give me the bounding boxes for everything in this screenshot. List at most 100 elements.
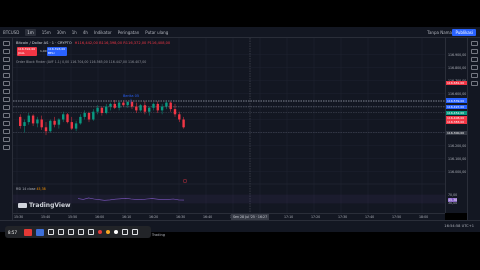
layout-name[interactable]: Tanpa Nama	[427, 30, 452, 35]
fib-icon[interactable]	[2, 57, 10, 62]
publish-button[interactable]: Publikasi	[452, 29, 476, 36]
candle-body	[148, 107, 151, 112]
candle-body	[53, 120, 56, 125]
magnet-icon[interactable]	[2, 121, 10, 126]
crosshair-icon[interactable]	[2, 41, 10, 46]
rsi-band	[13, 194, 445, 204]
price-tag: 116.383,00	[446, 119, 468, 124]
undo-icon[interactable]	[122, 229, 128, 235]
buy-button[interactable]: 116.393,00 BELI	[47, 47, 67, 56]
indicator-legend[interactable]: Order Block Finder (AVF 1.1) 0,00 116.70…	[16, 60, 146, 64]
tradingview-mark-icon	[18, 203, 27, 208]
time-label: 16:10	[122, 215, 132, 219]
candle-body	[156, 103, 159, 111]
candle-body	[62, 114, 65, 120]
interval-1h[interactable]: 1h	[72, 30, 77, 35]
rsi-legend[interactable]: RSI 14 close 45,38	[16, 187, 46, 191]
time-label: 18:00	[419, 215, 429, 219]
color-red-icon[interactable]	[98, 230, 102, 234]
notifications-icon[interactable]	[470, 81, 478, 86]
time-label: 16:20	[149, 215, 159, 219]
replay-button[interactable]: Putar ulang	[145, 30, 168, 35]
price-label: 116.000,00	[448, 169, 467, 174]
candlestick-chart[interactable]: Berita 05	[13, 38, 445, 213]
rectangle-icon[interactable]	[58, 229, 64, 235]
time-label: 17:30	[338, 215, 348, 219]
price-axis[interactable]: 116.900,00116.800,00116.700,00116.600,00…	[445, 38, 468, 213]
price-tag: 116.452,00	[446, 110, 468, 115]
symbol-title[interactable]: Bitcoin / Dollar AS · 1 · CRYPTO	[16, 41, 72, 45]
price-label: 116.200,00	[448, 143, 467, 148]
indicators-button[interactable]: Indikator	[94, 30, 112, 35]
time-label: 17:40	[365, 215, 375, 219]
candle-body	[152, 103, 155, 108]
clock[interactable]: 16:54:58 UTC+1	[444, 224, 474, 228]
text-tool-icon[interactable]	[88, 229, 94, 235]
interval-15m[interactable]: 15m	[42, 30, 51, 35]
symbol-search[interactable]: BTCUSD	[3, 30, 19, 35]
candle-body	[83, 113, 86, 117]
rsi-axis-label: 70,00	[448, 192, 458, 197]
candle-body	[87, 113, 91, 120]
chart-pane[interactable]: Berita 05	[13, 38, 445, 213]
color-orange-icon[interactable]	[106, 230, 110, 234]
ruler-icon[interactable]	[2, 105, 10, 110]
sell-button[interactable]: 116.392,00 JUAL	[17, 47, 37, 56]
price-label: 116.600,00	[448, 91, 467, 96]
candle-body	[105, 106, 108, 113]
candle-body	[160, 106, 164, 111]
candle-body	[182, 119, 185, 128]
interval-1m[interactable]: 1m	[25, 28, 36, 36]
price-label: 116.900,00	[448, 52, 467, 57]
time-label: 15:40	[41, 215, 51, 219]
brush-icon[interactable]	[2, 65, 10, 70]
eye-icon[interactable]	[2, 137, 10, 142]
rsi-axis-label: 30,00	[448, 201, 458, 206]
chat-icon[interactable]	[470, 57, 478, 62]
pattern-icon[interactable]	[2, 81, 10, 86]
candle-body	[173, 109, 177, 115]
price-tag: 116.497,00	[446, 104, 468, 109]
trash-icon[interactable]	[2, 145, 10, 150]
candle-body	[139, 105, 142, 111]
calendar-icon[interactable]	[470, 73, 478, 78]
text-icon[interactable]	[2, 73, 10, 78]
candle-body	[79, 116, 82, 124]
recorder-toolbar: 8:57	[5, 226, 151, 238]
lock-icon[interactable]	[2, 129, 10, 134]
shapes-icon[interactable]	[2, 97, 10, 102]
forecast-icon[interactable]	[2, 89, 10, 94]
zoom-icon[interactable]	[2, 113, 10, 118]
candle-body	[36, 119, 39, 124]
trendline-icon[interactable]	[2, 49, 10, 54]
candle-body	[92, 111, 95, 120]
drawing-toolbar	[0, 38, 13, 220]
close-overlay-icon[interactable]	[132, 229, 138, 235]
candle-body	[100, 107, 104, 113]
watchlist-icon[interactable]	[470, 41, 478, 46]
candle-body	[23, 122, 26, 126]
stop-record-icon[interactable]	[24, 228, 32, 236]
interval-4h[interactable]: 4h	[83, 30, 88, 35]
interval-30m[interactable]: 30m	[57, 30, 66, 35]
price-tag: 116.681,00	[446, 80, 468, 85]
color-white-icon[interactable]	[114, 230, 118, 234]
time-axis[interactable]: 18:0017:5017:4017:3017:2017:1017:0016:50…	[13, 213, 445, 220]
candle-body	[122, 102, 125, 106]
candle-body	[74, 123, 78, 129]
ideas-icon[interactable]	[470, 65, 478, 70]
select-icon[interactable]	[48, 229, 54, 235]
brand-name: TradingView	[29, 202, 71, 209]
buy-label: BELI	[48, 51, 55, 55]
alerts-icon[interactable]	[470, 49, 478, 54]
arrow-icon[interactable]	[68, 229, 74, 235]
news-annotation: Berita 05	[123, 94, 139, 98]
pen-icon[interactable]	[78, 229, 84, 235]
sell-label: JUAL	[18, 51, 25, 55]
time-label: 15:30	[14, 215, 24, 219]
alert-button[interactable]: Peringatan	[118, 30, 140, 35]
price-label: 116.800,00	[448, 65, 467, 70]
camera-icon[interactable]	[36, 228, 44, 236]
candle-body	[143, 105, 147, 112]
candle-body	[19, 116, 22, 126]
